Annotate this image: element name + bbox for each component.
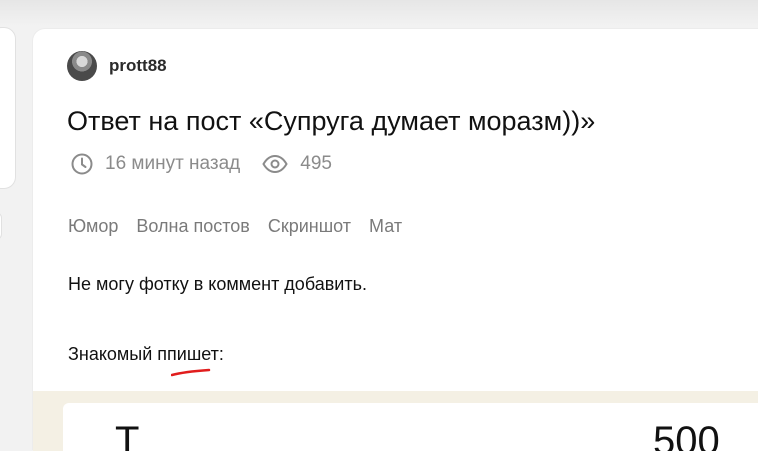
embedded-image-text: T [115,419,140,451]
post-views: 495 [300,153,332,174]
tag-humor[interactable]: Юмор [68,216,118,237]
post-meta: 16 минут назад 495 [71,153,332,175]
post-card: prott88 Ответ на пост «Супруга думает мо… [33,29,758,451]
left-sidebar-tab [0,212,2,240]
post-author[interactable]: prott88 [67,51,167,81]
post-title[interactable]: Ответ на пост «Супруга думает моразм))» [67,106,595,137]
author-name[interactable]: prott88 [109,56,167,76]
red-underline-annotation [171,368,211,377]
post-time: 16 минут назад [105,153,241,174]
eye-icon [262,155,288,173]
user-avatar[interactable] [67,51,97,81]
clock-icon [71,153,93,175]
post-paragraph-1: Не могу фотку в коммент добавить. [68,274,367,294]
post-paragraph-2: Знакомый ппишет: [68,344,224,364]
page-top-bar [0,0,758,26]
tag-post-wave[interactable]: Волна постов [136,216,249,237]
left-sidebar-card [0,27,16,189]
embedded-image-number: 500 [653,419,720,451]
post-embedded-image[interactable]: T 500 [33,391,758,451]
tag-mat[interactable]: Мат [369,216,402,237]
post-tags: Юмор Волна постов Скриншот Мат [68,216,420,237]
tag-screenshot[interactable]: Скриншот [268,216,351,237]
